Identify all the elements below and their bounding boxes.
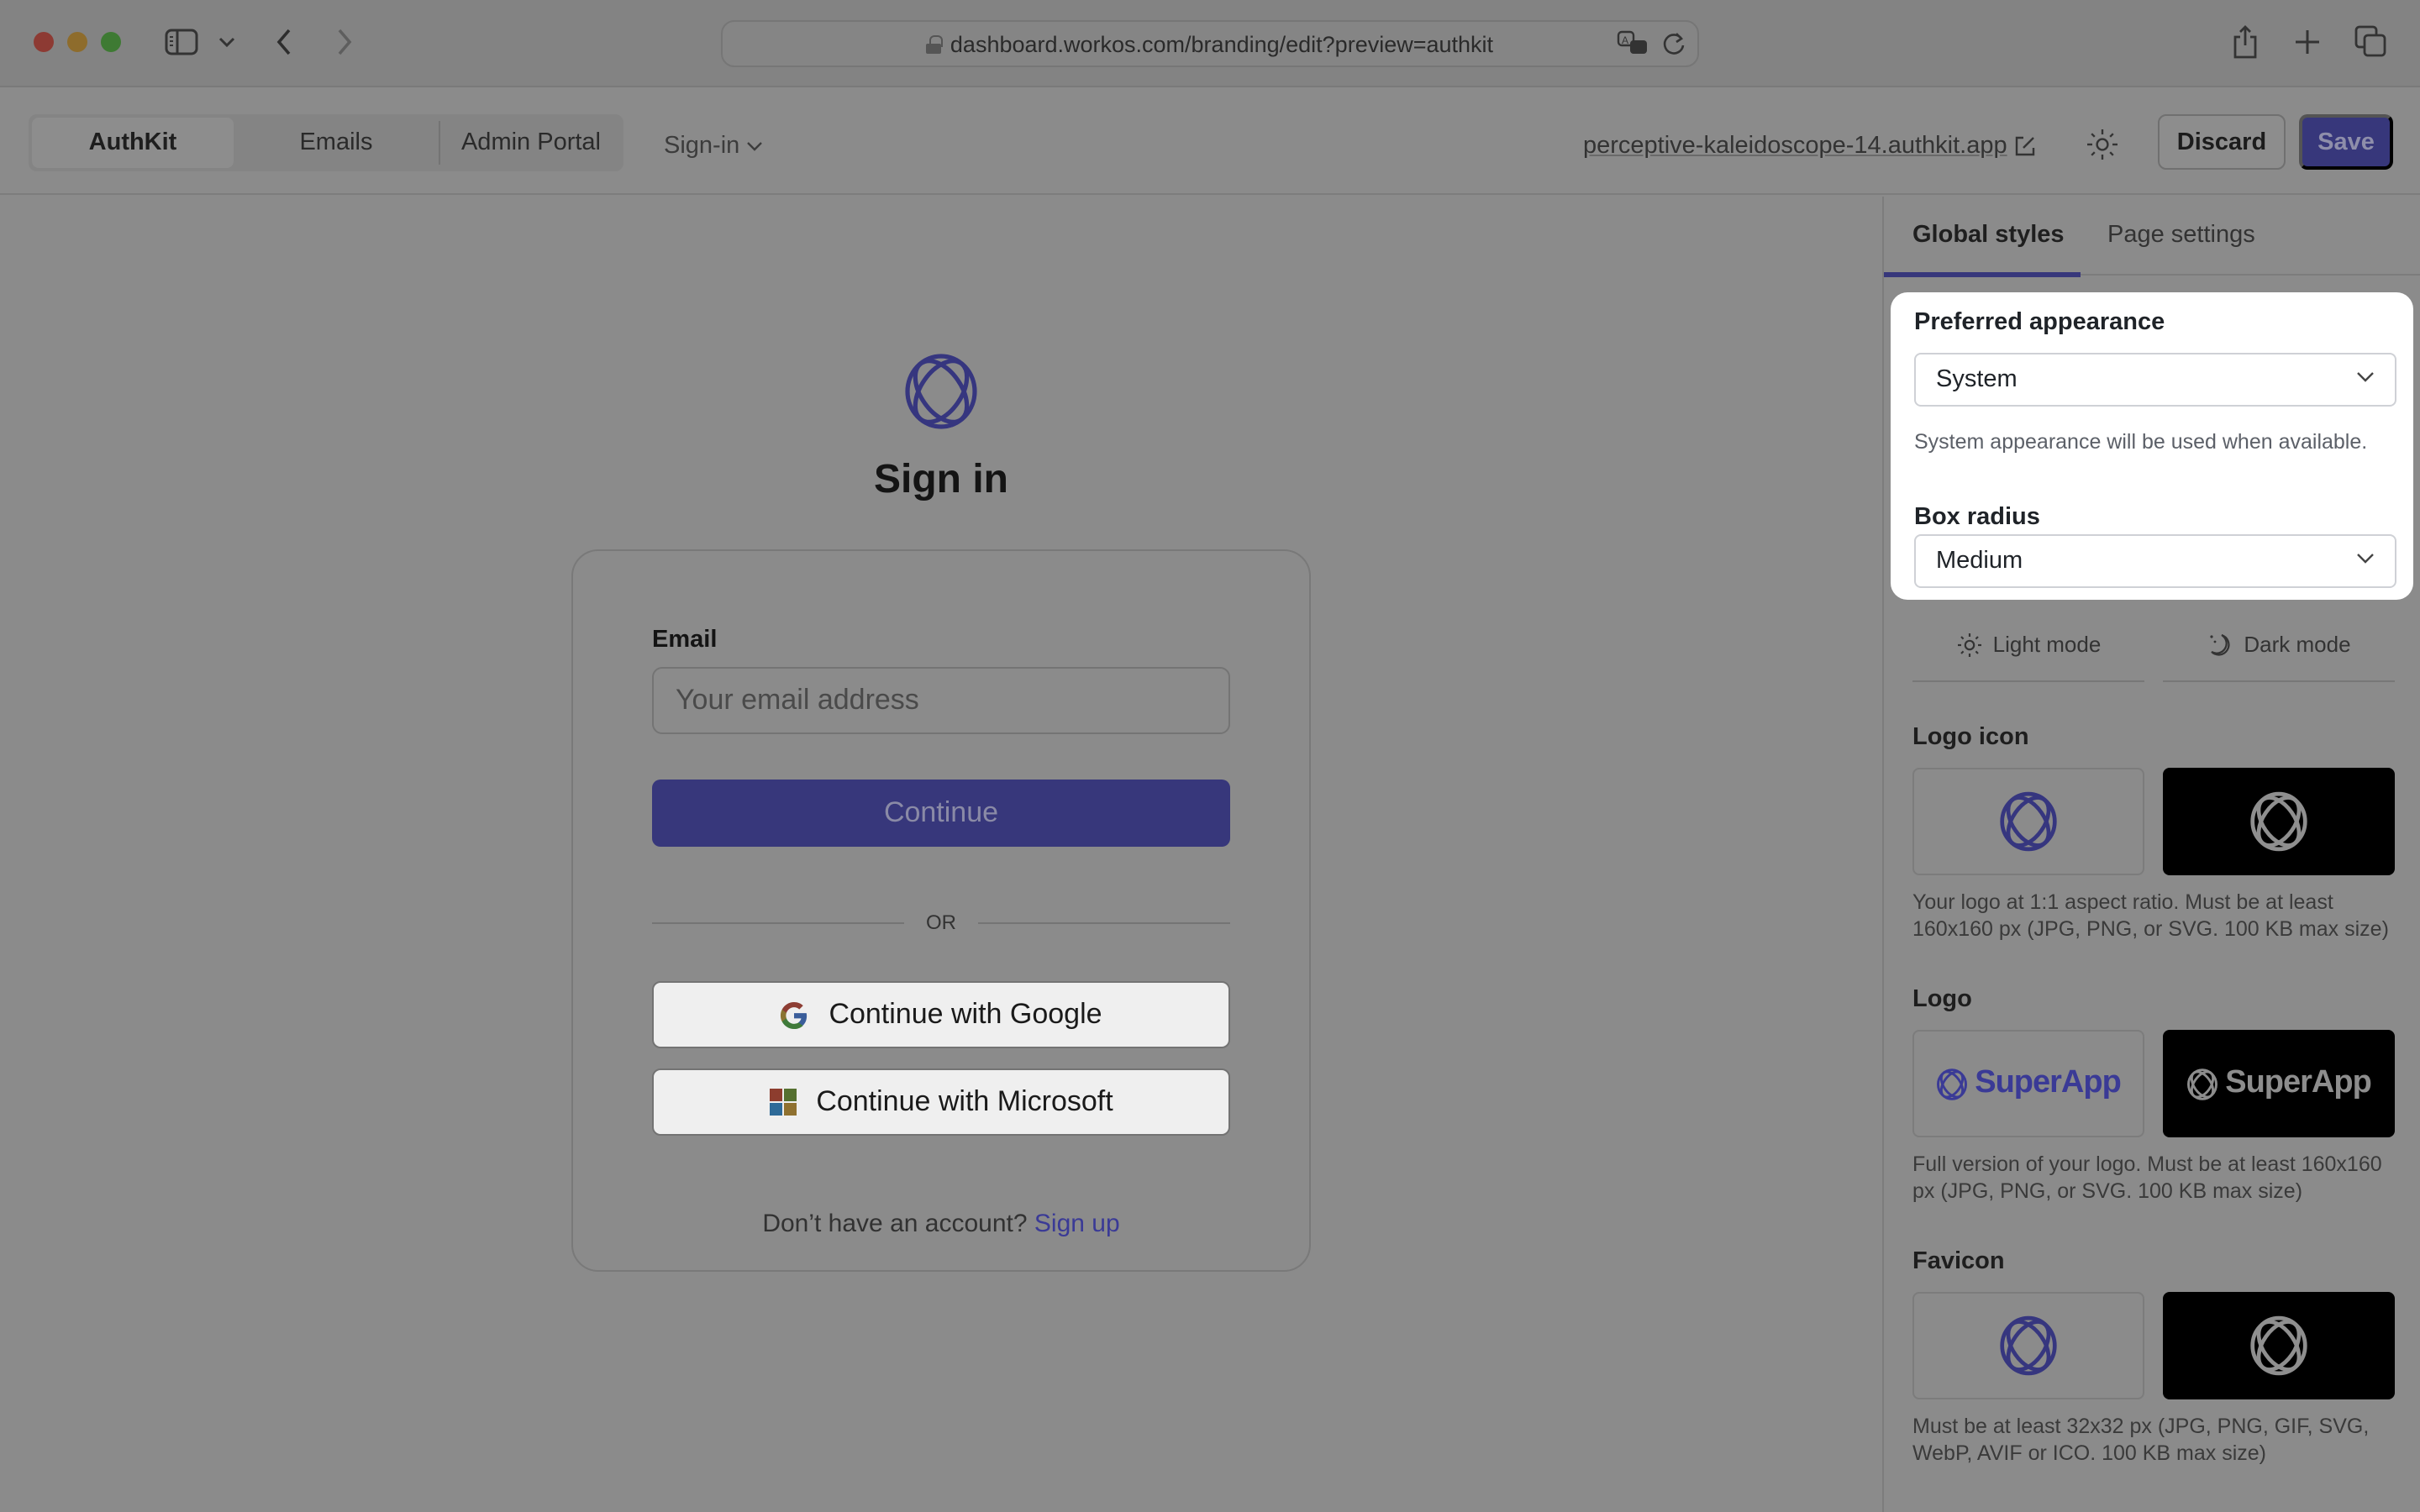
light-mode-label: Light mode [1992,632,2102,657]
tab-page-settings[interactable]: Page settings [2107,222,2255,249]
lock-icon [926,34,943,53]
logo-icon-light-upload[interactable] [1912,768,2144,875]
wordmark-text: SuperApp [1975,1065,2122,1100]
sign-in-card: Email Continue OR Continue with Google [571,549,1311,1272]
logo-dark-upload[interactable]: SuperApp [2163,1030,2395,1137]
brand-logo-icon [2250,1315,2307,1376]
tab-global-styles[interactable]: Global styles [1912,222,2065,249]
brand-logo-icon [2000,1315,2057,1376]
preferred-appearance-label: Preferred appearance [1914,309,2165,336]
favicon-dark-upload[interactable] [2163,1292,2395,1399]
panel-tabs: Global styles Page settings [1884,197,2420,277]
chevron-down-icon [747,142,763,151]
google-button-label: Continue with Google [829,998,1102,1030]
sidebar-toggle-icon[interactable] [165,29,198,55]
dark-mode-label: Dark mode [2244,632,2351,657]
preferred-appearance-select[interactable]: System [1914,353,2396,407]
authkit-domain-link[interactable]: perceptive-kaleidoscope-14.authkit.app [1583,133,2036,160]
chevron-down-icon [2357,554,2374,564]
logo-icon-dark-upload[interactable] [2163,768,2395,875]
logo-light-upload[interactable]: SuperApp [1912,1030,2144,1137]
app-window: dashboard.workos.com/branding/edit?previ… [0,0,2420,1512]
favicon-description: Must be at least 32x32 px (JPG, PNG, GIF… [1912,1415,2370,1465]
brand-logo-icon [2250,791,2307,852]
translate-icon[interactable]: A [1617,30,1650,62]
save-button[interactable]: Save [2299,114,2393,170]
continue-with-microsoft-button[interactable]: Continue with Microsoft [652,1068,1230,1136]
external-link-icon [2016,136,2035,156]
dark-mode-tab[interactable]: Dark mode [2163,632,2395,682]
app-header: AuthKit Emails Admin Portal Sign-in perc… [0,89,2420,195]
url-text: dashboard.workos.com/branding/edit?previ… [950,31,1494,56]
continue-button[interactable]: Continue [652,780,1230,847]
page-dropdown[interactable]: Sign-in [664,133,763,160]
discard-button[interactable]: Discard [2158,114,2286,170]
chevron-right-icon[interactable] [333,27,356,57]
chevron-left-icon[interactable] [272,27,296,57]
segment-emails[interactable]: Emails [234,118,439,168]
branding-settings-panel: Global styles Page settings Preferred ap… [1882,197,2420,1512]
email-label: Email [652,627,718,654]
or-divider: OR [652,911,1230,937]
box-radius-label: Box radius [1914,504,2040,531]
logo-wordmark-light: SuperApp [1936,1065,2122,1102]
wordmark-text: SuperApp [2225,1065,2372,1100]
page-title: Sign in [874,457,1008,502]
box-radius-select[interactable]: Medium [1914,534,2396,588]
favicon-light-upload[interactable] [1912,1292,2144,1399]
product-segmented-control: AuthKit Emails Admin Portal [29,114,623,171]
sun-icon [1957,633,1981,657]
microsoft-icon [769,1089,797,1116]
brand-logo-icon [905,354,977,429]
plus-icon[interactable] [2292,27,2323,57]
appearance-settings-card: Preferred appearance System System appea… [1891,292,2413,600]
zoom-window-button[interactable] [101,32,121,52]
close-window-button[interactable] [34,32,54,52]
domain-text: perceptive-kaleidoscope-14.authkit.app [1583,133,2007,160]
moon-icon [2210,633,2230,656]
page-dropdown-label: Sign-in [664,133,740,160]
segment-admin-portal[interactable]: Admin Portal [440,118,622,168]
minimize-window-button[interactable] [67,32,87,52]
signup-prompt: Don’t have an account? Sign up [573,1210,1309,1238]
active-tab-indicator [1884,272,2081,277]
share-icon[interactable] [2230,24,2260,60]
brand-logo-icon [2000,791,2057,852]
logo-icon-section-title: Logo icon [1912,724,2029,751]
chevron-down-icon [2357,372,2374,382]
sun-icon[interactable] [2084,126,2121,163]
chevron-down-icon[interactable] [217,34,237,50]
appearance-help-text: System appearance will be used when avai… [1914,430,2368,454]
light-mode-tab[interactable]: Light mode [1912,632,2144,682]
google-icon [781,1000,808,1029]
sign-up-link[interactable]: Sign up [1034,1210,1120,1238]
continue-with-google-button[interactable]: Continue with Google [652,981,1230,1048]
signup-prompt-text: Don’t have an account? [762,1210,1028,1238]
logo-description: Full version of your logo. Must be at le… [1912,1152,2382,1203]
logo-section-title: Logo [1912,986,1972,1013]
authkit-preview: Sign in Email Continue OR Continue with … [0,197,1882,1512]
microsoft-button-label: Continue with Microsoft [816,1085,1113,1117]
segment-authkit[interactable]: AuthKit [32,118,234,168]
email-input[interactable] [652,667,1230,734]
address-bar[interactable]: dashboard.workos.com/branding/edit?previ… [721,20,1699,67]
browser-toolbar: dashboard.workos.com/branding/edit?previ… [0,0,2420,87]
brand-logo-icon [2187,1068,2218,1100]
brand-logo-icon [1937,1068,1968,1100]
tab-overview-icon[interactable] [2354,25,2388,59]
svg-text:A: A [1622,34,1628,46]
box-radius-value: Medium [1936,548,2023,575]
divider-line [978,922,1230,924]
logo-wordmark-dark: SuperApp [2186,1065,2372,1102]
preferred-appearance-value: System [1936,366,2018,393]
reload-icon[interactable] [1660,30,1687,62]
favicon-section-title: Favicon [1912,1248,2005,1275]
logo-icon-description: Your logo at 1:1 aspect ratio. Must be a… [1912,890,2389,941]
